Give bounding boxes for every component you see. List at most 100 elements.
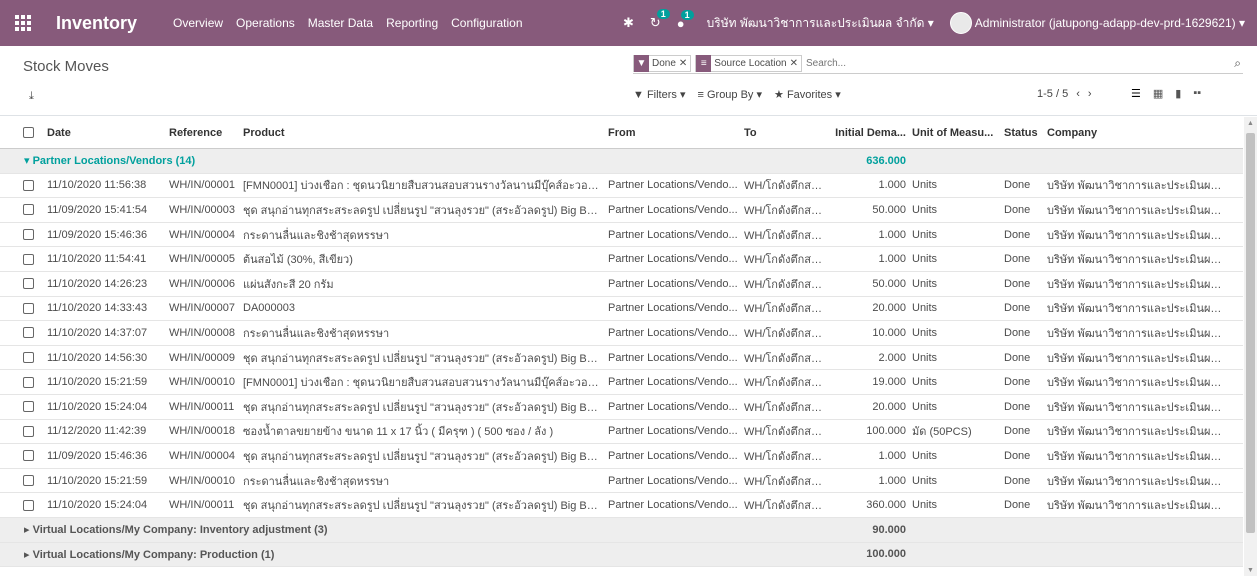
cell-from: Partner Locations/Vendo...: [608, 253, 738, 266]
menu-overview[interactable]: Overview: [173, 16, 223, 30]
cell-from: Partner Locations/Vendo...: [608, 474, 738, 487]
pivot-view-icon[interactable]: ▦: [1153, 87, 1163, 100]
cell-company: บริษัท พัฒนาวิชาการและประเมินผล จำ...: [1047, 426, 1227, 439]
table-row[interactable]: 11/10/2020 15:21:59 WH/IN/00010 กระดานลื่น…: [0, 469, 1243, 494]
activity-icon[interactable]: ↻ 1: [650, 9, 670, 31]
table-row[interactable]: 11/12/2020 11:42:39 WH/IN/00018 ซองน้ำตาลข…: [0, 420, 1243, 445]
row-checkbox[interactable]: [23, 425, 34, 437]
row-checkbox[interactable]: [23, 229, 34, 241]
row-checkbox[interactable]: [23, 401, 34, 413]
kanban-view-icon[interactable]: ▪▪: [1193, 87, 1201, 100]
scrollbar-thumb[interactable]: [1246, 133, 1255, 533]
group-row-production[interactable]: ▸ Virtual Locations/My Company: Producti…: [0, 542, 1243, 568]
table-row[interactable]: 11/10/2020 14:33:43 WH/IN/00007 DA000003 Pa…: [0, 297, 1243, 322]
row-checkbox[interactable]: [23, 253, 34, 265]
cell-product: ชุด สนุกอ่านทุกสระสระลดรูป เปลี่ยนรูป "ส…: [243, 204, 603, 217]
search-input[interactable]: [805, 58, 1243, 69]
menu-operations[interactable]: Operations: [236, 16, 295, 30]
cell-date: 11/10/2020 15:21:59: [47, 376, 148, 389]
cell-date: 11/10/2020 14:37:07: [47, 326, 148, 339]
messages-icon[interactable]: ● 1: [677, 9, 694, 31]
apps-menu-icon[interactable]: [0, 0, 46, 46]
row-checkbox[interactable]: [23, 475, 34, 487]
row-checkbox[interactable]: [23, 179, 34, 191]
group-row-inventory-adjustment[interactable]: ▸ Virtual Locations/My Company: Inventor…: [0, 517, 1243, 543]
download-icon[interactable]: ⤓: [29, 90, 34, 103]
select-all-checkbox[interactable]: [23, 127, 34, 138]
row-checkbox[interactable]: [23, 204, 34, 216]
remove-facet-icon[interactable]: ✕: [790, 58, 801, 69]
avatar[interactable]: [949, 12, 972, 34]
row-checkbox[interactable]: [23, 278, 34, 290]
table-row[interactable]: 11/10/2020 15:21:59 WH/IN/00010 [FMN0001] …: [0, 370, 1243, 395]
cell-date: 11/12/2020 11:42:39: [47, 425, 147, 438]
cell-company: บริษัท พัฒนาวิชาการและประเมินผล จำ...: [1047, 229, 1227, 242]
column-status[interactable]: Status: [1004, 127, 1044, 139]
cell-date: 11/10/2020 15:24:04: [47, 499, 148, 512]
cell-status: Done: [1004, 351, 1031, 364]
column-product[interactable]: Product: [243, 127, 603, 139]
column-date[interactable]: Date: [47, 127, 165, 139]
user-menu[interactable]: Administrator (jatupong-adapp-dev-prd-16…: [975, 16, 1245, 30]
menu-master-data[interactable]: Master Data: [308, 16, 373, 30]
cell-initial-demand: 360.000: [866, 499, 906, 512]
column-reference[interactable]: Reference: [169, 127, 241, 139]
cell-reference: WH/IN/00011: [169, 499, 235, 512]
pager-previous-icon[interactable]: ‹: [1076, 88, 1080, 100]
table-row[interactable]: 11/09/2020 15:41:54 WH/IN/00003 ชุด สนุกอ่…: [0, 198, 1243, 223]
filters-dropdown[interactable]: ▼ Filters ▾: [633, 88, 685, 101]
cell-product: DA000003: [243, 302, 295, 315]
cell-from: Partner Locations/Vendo...: [608, 228, 738, 241]
bug-icon[interactable]: ✱: [623, 15, 634, 31]
table-row[interactable]: 11/09/2020 15:46:36 WH/IN/00004 ชุด สนุกอ่…: [0, 444, 1243, 469]
scroll-up-icon[interactable]: ▲: [1247, 120, 1254, 127]
search-icon[interactable]: ⌕: [1234, 56, 1241, 71]
cell-from: Partner Locations/Vendo...: [608, 376, 738, 389]
cell-company: บริษัท พัฒนาวิชาการและประเมินผล จำ...: [1047, 377, 1227, 390]
table-row[interactable]: 11/10/2020 14:37:07 WH/IN/00008 กระดานลื่น…: [0, 321, 1243, 346]
row-checkbox[interactable]: [23, 450, 34, 462]
table-row[interactable]: 11/10/2020 11:54:41 WH/IN/00005 ต้นสอไม้ (…: [0, 247, 1243, 272]
group-row-partner-vendors[interactable]: ▾ Partner Locations/Vendors (14) 636.000: [0, 149, 1243, 174]
column-to[interactable]: To: [744, 127, 824, 139]
cell-initial-demand: 1.000: [878, 228, 906, 241]
table-row[interactable]: 11/10/2020 15:24:04 WH/IN/00011 ชุด สนุกอ่…: [0, 395, 1243, 420]
cell-product: ชุด สนุกอ่านทุกสระสระลดรูป เปลี่ยนรูป "ส…: [243, 352, 603, 365]
row-checkbox[interactable]: [23, 499, 34, 511]
row-checkbox[interactable]: [23, 302, 34, 314]
cell-unit-of-measure: Units: [912, 400, 938, 413]
control-panel: Stock Moves ⤓ ▼ Done ✕ ≡ Source Location…: [0, 46, 1257, 116]
pager-value[interactable]: 1-5 / 5: [1037, 88, 1068, 100]
cell-to: WH/โกดังตึกสม า: [744, 278, 824, 291]
table-row[interactable]: 11/09/2020 15:46:36 WH/IN/00004 กระดานลื่น…: [0, 223, 1243, 248]
column-from[interactable]: From: [608, 127, 740, 139]
scrollbar[interactable]: ▲ ▼: [1244, 117, 1257, 576]
column-unit-of-measure[interactable]: Unit of Measu...: [912, 127, 1000, 139]
company-switcher[interactable]: บริษัท พัฒนาวิชาการและประเมินผล จำกัด ▾: [707, 14, 934, 33]
favorites-dropdown[interactable]: ★ Favorites ▾: [774, 88, 841, 101]
table-row[interactable]: 11/10/2020 14:26:23 WH/IN/00006 แผ่นสังกะส…: [0, 272, 1243, 297]
groupby-label: Group By: [706, 89, 754, 101]
row-checkbox[interactable]: [23, 327, 34, 339]
app-name[interactable]: Inventory: [56, 13, 137, 34]
graph-view-icon[interactable]: ▮: [1175, 87, 1181, 100]
menu-reporting[interactable]: Reporting: [386, 16, 438, 30]
scroll-down-icon[interactable]: ▼: [1247, 567, 1254, 574]
cell-status: Done: [1004, 277, 1031, 290]
column-initial-demand[interactable]: Initial Dema...: [826, 127, 906, 139]
pager-next-icon[interactable]: ›: [1088, 88, 1092, 100]
cell-product: แผ่นสังกะสี 20 กรัม: [243, 278, 334, 291]
row-checkbox[interactable]: [23, 376, 34, 388]
groupby-dropdown[interactable]: ≡ Group By ▾: [697, 88, 762, 101]
remove-facet-icon[interactable]: ✕: [679, 58, 690, 69]
table-row[interactable]: 11/10/2020 15:24:04 WH/IN/00011 ชุด สนุกอ่…: [0, 493, 1243, 518]
row-checkbox[interactable]: [23, 352, 34, 364]
list-view-icon[interactable]: ☰: [1131, 87, 1141, 100]
cell-to: WH/โกดังตึกสม า: [744, 204, 824, 217]
column-company[interactable]: Company: [1047, 127, 1227, 139]
menu-configuration[interactable]: Configuration: [451, 16, 522, 30]
table-row[interactable]: 11/10/2020 14:56:30 WH/IN/00009 ชุด สนุกอ่…: [0, 346, 1243, 371]
cell-initial-demand: 10.000: [872, 326, 906, 339]
group-name: Virtual Locations/My Company: Inventory …: [32, 524, 328, 537]
table-row[interactable]: 11/10/2020 11:56:38 WH/IN/00001 [FMN0001] …: [0, 174, 1243, 199]
